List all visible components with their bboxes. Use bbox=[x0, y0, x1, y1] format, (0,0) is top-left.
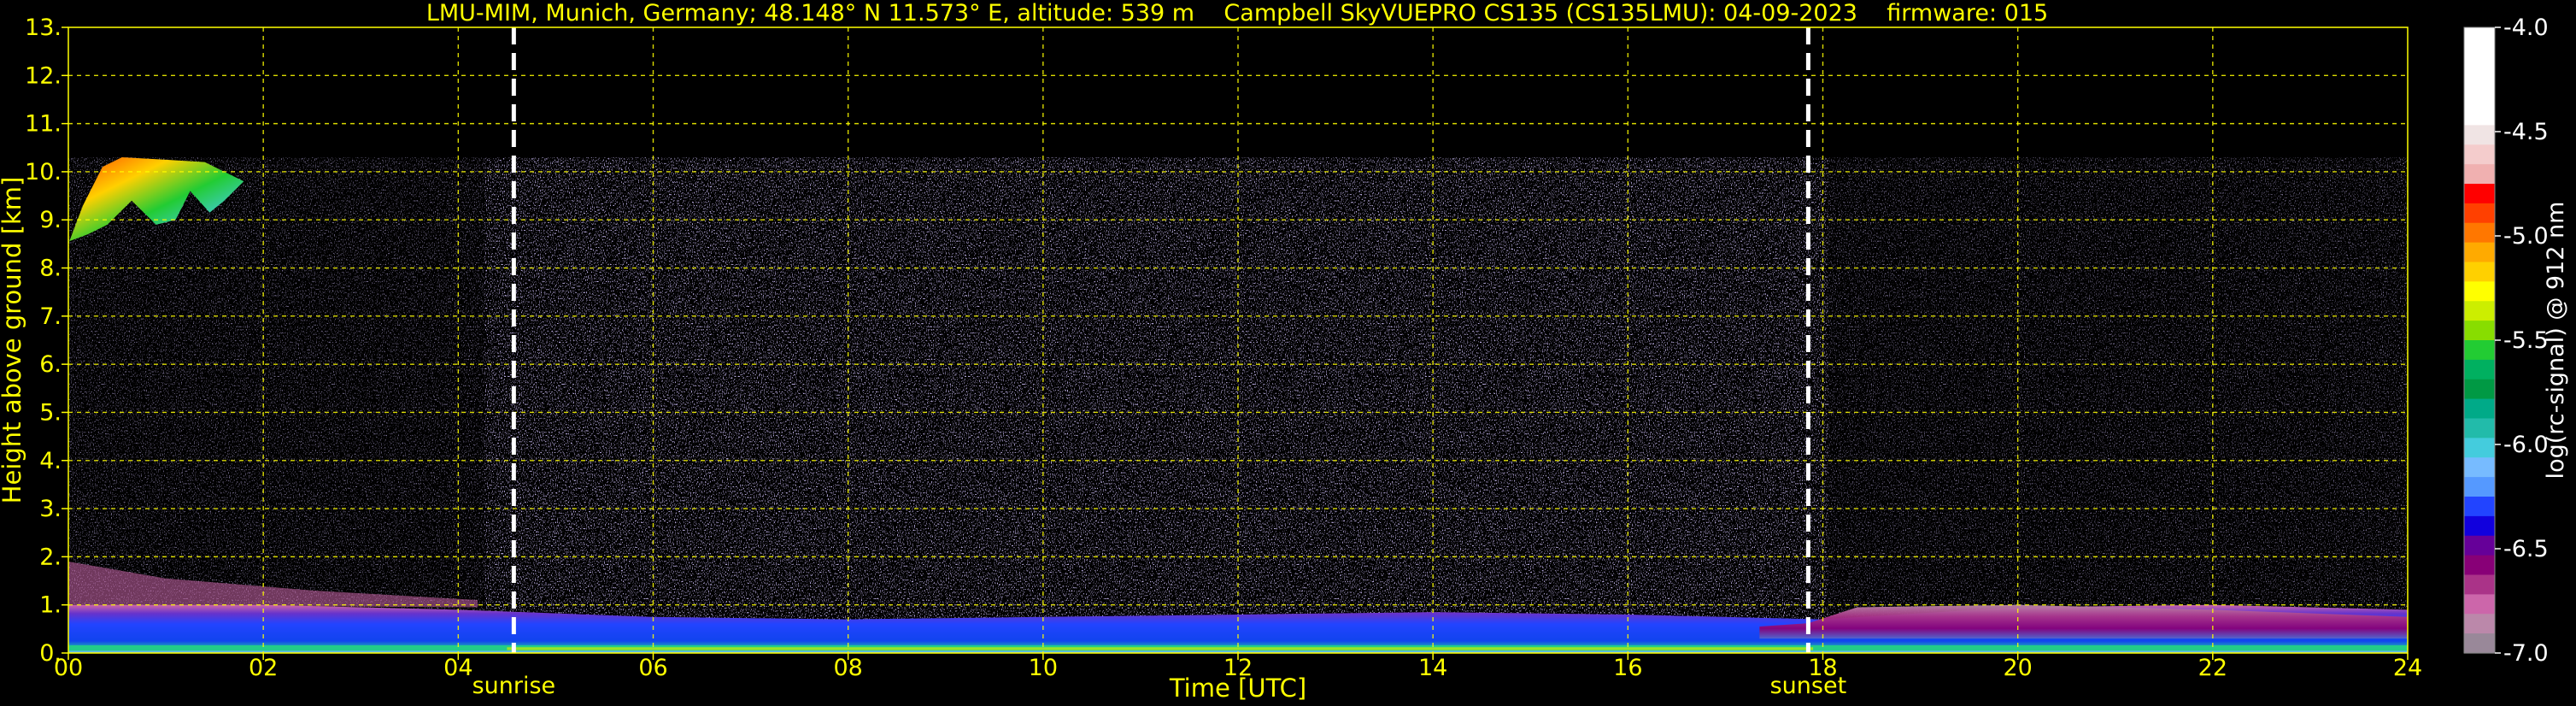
y-tick-label: 10. bbox=[25, 159, 62, 185]
y-tick-label: 5. bbox=[39, 399, 62, 426]
colorbar-tick-label: -5.0 bbox=[2503, 223, 2549, 250]
y-axis-ticks: 0. 1. 2. 3. 4. 5. 6. 7. 8. 9. 10. 11. 12. 13. bbox=[25, 15, 68, 667]
surface-band-inner bbox=[507, 647, 1814, 650]
colorbar-tick-label: -4.5 bbox=[2503, 119, 2549, 145]
x-tick-label: 22 bbox=[2198, 655, 2227, 681]
y-tick-label: 12. bbox=[25, 62, 62, 89]
colorbar-tick-label: -6.5 bbox=[2503, 536, 2549, 562]
y-tick-label: 9. bbox=[39, 207, 62, 233]
y-tick-label: 2. bbox=[39, 544, 62, 570]
colorbar-swatch bbox=[2464, 66, 2495, 87]
colorbar-swatch bbox=[2464, 144, 2495, 165]
colorbar-swatch bbox=[2464, 242, 2495, 263]
colorbar-tick-label: -7.0 bbox=[2503, 640, 2549, 667]
colorbar-swatch bbox=[2464, 164, 2495, 185]
y-tick-label: 7. bbox=[39, 303, 62, 330]
colorbar-swatch bbox=[2464, 379, 2495, 400]
colorbar-swatch bbox=[2464, 594, 2495, 615]
colorbar-swatch bbox=[2464, 515, 2495, 537]
chart-title: LMU-MIM, Munich, Germany; 48.148° N 11.5… bbox=[426, 0, 2048, 26]
x-tick-label: 14 bbox=[1418, 655, 1447, 681]
colorbar-swatch bbox=[2464, 262, 2495, 282]
colorbar-swatch bbox=[2464, 438, 2495, 458]
colorbar: -4.0 -4.5 -5.0 -5.5 -6.0 -6.5 -7.0 bbox=[2463, 15, 2549, 667]
y-axis-label: Height above ground [km] bbox=[0, 177, 26, 504]
colorbar-label: log(rc-signal) @ 912 nm bbox=[2543, 202, 2569, 479]
y-tick-label: 13. bbox=[25, 15, 62, 41]
colorbar-swatch bbox=[2464, 222, 2495, 244]
y-tick-label: 6. bbox=[39, 351, 62, 378]
colorbar-swatch bbox=[2464, 46, 2495, 68]
colorbar-swatch bbox=[2464, 535, 2495, 556]
x-tick-label: 08 bbox=[833, 655, 862, 681]
x-axis-label: Time [UTC] bbox=[1169, 674, 1306, 703]
y-tick-label: 0. bbox=[39, 640, 62, 667]
x-tick-label: 16 bbox=[1613, 655, 1642, 681]
colorbar-swatch bbox=[2464, 457, 2495, 478]
colorbar-swatch bbox=[2464, 27, 2495, 48]
colorbar-swatch bbox=[2464, 633, 2495, 654]
colorbar-swatch bbox=[2464, 281, 2495, 302]
y-tick-label: 3. bbox=[39, 496, 62, 522]
y-tick-label: 4. bbox=[39, 448, 62, 474]
x-tick-label: 24 bbox=[2393, 655, 2422, 681]
y-tick-label: 11. bbox=[25, 111, 62, 138]
x-tick-label: 10 bbox=[1029, 655, 1058, 681]
colorbar-swatch bbox=[2464, 359, 2495, 380]
colorbar-swatch bbox=[2464, 574, 2495, 595]
colorbar-tick-label: -6.0 bbox=[2503, 432, 2549, 458]
x-tick-label: 02 bbox=[249, 655, 278, 681]
colorbar-swatch bbox=[2464, 105, 2495, 126]
y-tick-label: 8. bbox=[39, 256, 62, 282]
colorbar-swatch bbox=[2464, 184, 2495, 204]
colorbar-swatch bbox=[2464, 614, 2495, 634]
colorbar-swatch bbox=[2464, 85, 2495, 107]
colorbar-swatch bbox=[2464, 203, 2495, 224]
colorbar-swatch bbox=[2464, 418, 2495, 438]
y-tick-label: 1. bbox=[39, 592, 62, 619]
colorbar-tick-label: -5.5 bbox=[2503, 327, 2549, 354]
x-tick-label: 18 bbox=[1808, 655, 1837, 681]
ceilometer-chart: LMU-MIM, Munich, Germany; 48.148° N 11.5… bbox=[0, 0, 2569, 703]
x-tick-label: 20 bbox=[2003, 655, 2032, 681]
colorbar-swatch bbox=[2464, 477, 2495, 497]
colorbar-swatch bbox=[2464, 497, 2495, 517]
colorbar-swatch bbox=[2464, 321, 2495, 341]
colorbar-tick-label: -4.0 bbox=[2503, 15, 2549, 41]
colorbar-swatch bbox=[2464, 555, 2495, 576]
colorbar-swatch bbox=[2464, 398, 2495, 420]
colorbar-swatch bbox=[2464, 301, 2495, 321]
colorbar-swatch bbox=[2464, 125, 2495, 145]
x-tick-label: 04 bbox=[443, 655, 472, 681]
day-noise-region bbox=[484, 157, 1828, 653]
x-tick-label: 06 bbox=[638, 655, 667, 681]
sunrise-label: sunrise bbox=[472, 673, 556, 699]
colorbar-swatch bbox=[2464, 340, 2495, 361]
